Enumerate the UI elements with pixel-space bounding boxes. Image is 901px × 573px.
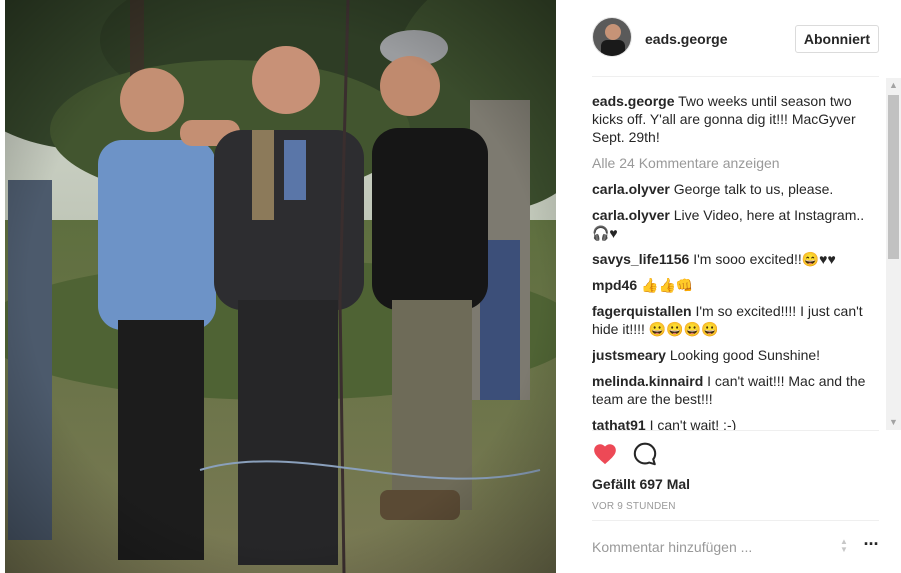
divider	[592, 430, 879, 431]
divider	[592, 76, 879, 77]
comment-username[interactable]: savys_life1156	[592, 251, 689, 267]
post-timestamp[interactable]: VOR 9 STUNDEN	[592, 501, 676, 512]
comment-text: 👍👍👊	[641, 277, 694, 293]
comment-text: George talk to us, please.	[673, 181, 834, 197]
comment-username[interactable]: melinda.kinnaird	[592, 373, 703, 389]
heart-icon[interactable]	[592, 441, 618, 467]
comment-username[interactable]: tathat91	[592, 417, 646, 430]
comment-username[interactable]: carla.olyver	[592, 207, 670, 223]
ellipsis-icon[interactable]: ···	[862, 535, 880, 557]
speech-bubble-icon-graphic	[633, 442, 657, 466]
post-header: eads.george Abonniert	[592, 17, 879, 61]
comment-item: fagerquistallen I'm so excited!!!! I jus…	[592, 302, 882, 338]
comments-scrollbar[interactable]: ▲ ▼	[886, 78, 901, 430]
comment-username[interactable]: justsmeary	[592, 347, 666, 363]
comment-item: mpd46 👍👍👊	[592, 276, 882, 294]
header-username[interactable]: eads.george	[645, 31, 727, 47]
comments-list[interactable]: eads.george Two weeks until season two k…	[592, 78, 882, 430]
add-comment-input[interactable]	[592, 539, 822, 555]
speech-bubble-icon[interactable]	[632, 441, 658, 467]
avatar-image	[593, 18, 631, 56]
divider	[592, 520, 879, 521]
comment-item: justsmeary Looking good Sunshine!	[592, 346, 882, 364]
comment-username[interactable]: carla.olyver	[592, 181, 670, 197]
comment-text: Looking good Sunshine!	[669, 347, 821, 363]
comment-username[interactable]: fagerquistallen	[592, 303, 692, 319]
caption-username[interactable]: eads.george	[592, 93, 674, 109]
comment-item: tathat91 I can't wait! :-)	[592, 416, 882, 430]
comment-item: melinda.kinnaird I can't wait!!! Mac and…	[592, 372, 882, 408]
photo-scene	[0, 0, 568, 573]
comment-item: carla.olyver Live Video, here at Instagr…	[592, 206, 882, 242]
caption: eads.george Two weeks until season two k…	[592, 92, 882, 146]
scrollbar-thumb[interactable]	[888, 95, 899, 259]
comment-username[interactable]: mpd46	[592, 277, 637, 293]
avatar[interactable]	[592, 17, 632, 57]
comment-text: I'm sooo excited!!😄♥♥	[693, 251, 836, 267]
following-button[interactable]: Abonniert	[794, 25, 879, 53]
comment-item: carla.olyver George talk to us, please.	[592, 180, 882, 198]
comment-text: I can't wait! :-)	[649, 417, 737, 430]
scroll-up-icon[interactable]: ▲	[886, 78, 901, 93]
load-more-comments[interactable]: Alle 24 Kommentare anzeigen	[592, 154, 882, 172]
resize-handle-icon: ▲ ▼	[840, 537, 848, 554]
post-photo	[0, 0, 568, 573]
scroll-down-icon[interactable]: ▼	[886, 415, 901, 430]
comment-item: savys_life1156 I'm sooo excited!!😄♥♥	[592, 250, 882, 268]
likes-count[interactable]: Gefällt 697 Mal	[592, 476, 690, 492]
heart-icon-graphic	[594, 444, 616, 465]
